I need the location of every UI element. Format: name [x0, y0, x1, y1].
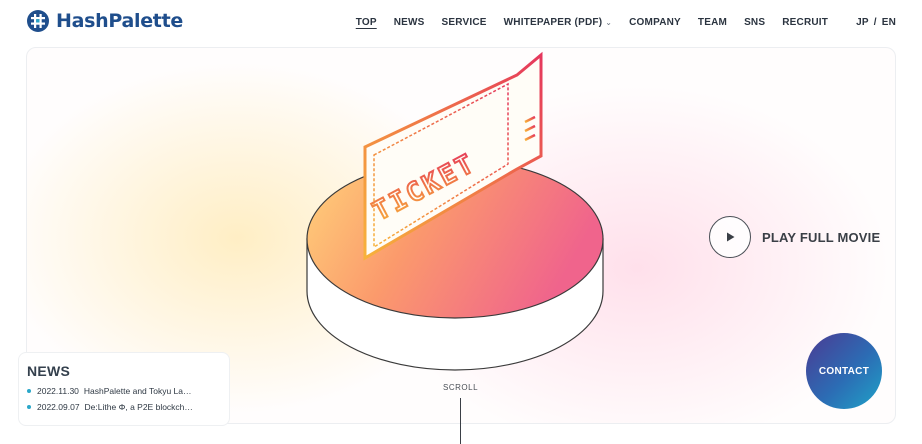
bullet-icon — [27, 405, 31, 409]
nav-item-service[interactable]: SERVICE — [442, 17, 487, 28]
lang-en[interactable]: EN — [882, 17, 896, 28]
news-card: NEWS 2022.11.30 HashPalette and Tokyu La… — [18, 352, 230, 426]
main-nav: TOP NEWS SERVICE WHITEPAPER (PDF) ⌄ COMPA… — [339, 17, 896, 28]
scroll-label: SCROLL — [443, 383, 479, 392]
nav-item-top[interactable]: TOP — [356, 17, 377, 28]
nav-item-company[interactable]: COMPANY — [629, 17, 681, 28]
chevron-down-icon: ⌄ — [605, 18, 613, 27]
site-header: HashPalette TOP NEWS SERVICE WHITEPAPER … — [0, 0, 922, 46]
play-icon — [727, 232, 735, 242]
contact-label: CONTACT — [818, 365, 870, 377]
news-date: 2022.11.30 — [37, 386, 79, 396]
logo-text: HashPalette — [56, 10, 183, 32]
nav-item-sns[interactable]: SNS — [744, 17, 765, 28]
nav-item-recruit[interactable]: RECRUIT — [782, 17, 828, 28]
news-title: NEWS — [27, 363, 71, 379]
scroll-indicator-line — [460, 398, 461, 444]
hashpalette-logo-icon — [27, 10, 49, 32]
contact-button[interactable]: CONTACT — [806, 333, 882, 409]
news-list: 2022.11.30 HashPalette and Tokyu La… 202… — [27, 386, 229, 412]
lang-separator: / — [873, 17, 877, 28]
news-item[interactable]: 2022.09.07 De:Lithe Φ, a P2E blockch… — [27, 402, 229, 412]
play-full-movie-button[interactable]: PLAY FULL MOVIE — [709, 216, 880, 258]
nav-item-news[interactable]: NEWS — [394, 17, 425, 28]
news-date: 2022.09.07 — [37, 402, 80, 412]
news-headline: HashPalette and Tokyu La… — [83, 386, 192, 396]
language-switcher: JP / EN — [856, 17, 896, 28]
nav-item-team[interactable]: TEAM — [698, 17, 727, 28]
news-headline: De:Lithe Φ, a P2E blockch… — [84, 402, 193, 412]
lang-jp[interactable]: JP — [856, 17, 869, 28]
logo[interactable]: HashPalette — [26, 9, 183, 33]
news-item[interactable]: 2022.11.30 HashPalette and Tokyu La… — [27, 386, 229, 396]
nav-item-whitepaper[interactable]: WHITEPAPER (PDF) ⌄ — [504, 17, 612, 28]
play-full-movie-label: PLAY FULL MOVIE — [762, 229, 881, 245]
play-circle — [709, 216, 751, 258]
bullet-icon — [27, 389, 31, 393]
nav-item-whitepaper-label: WHITEPAPER (PDF) — [503, 17, 603, 28]
